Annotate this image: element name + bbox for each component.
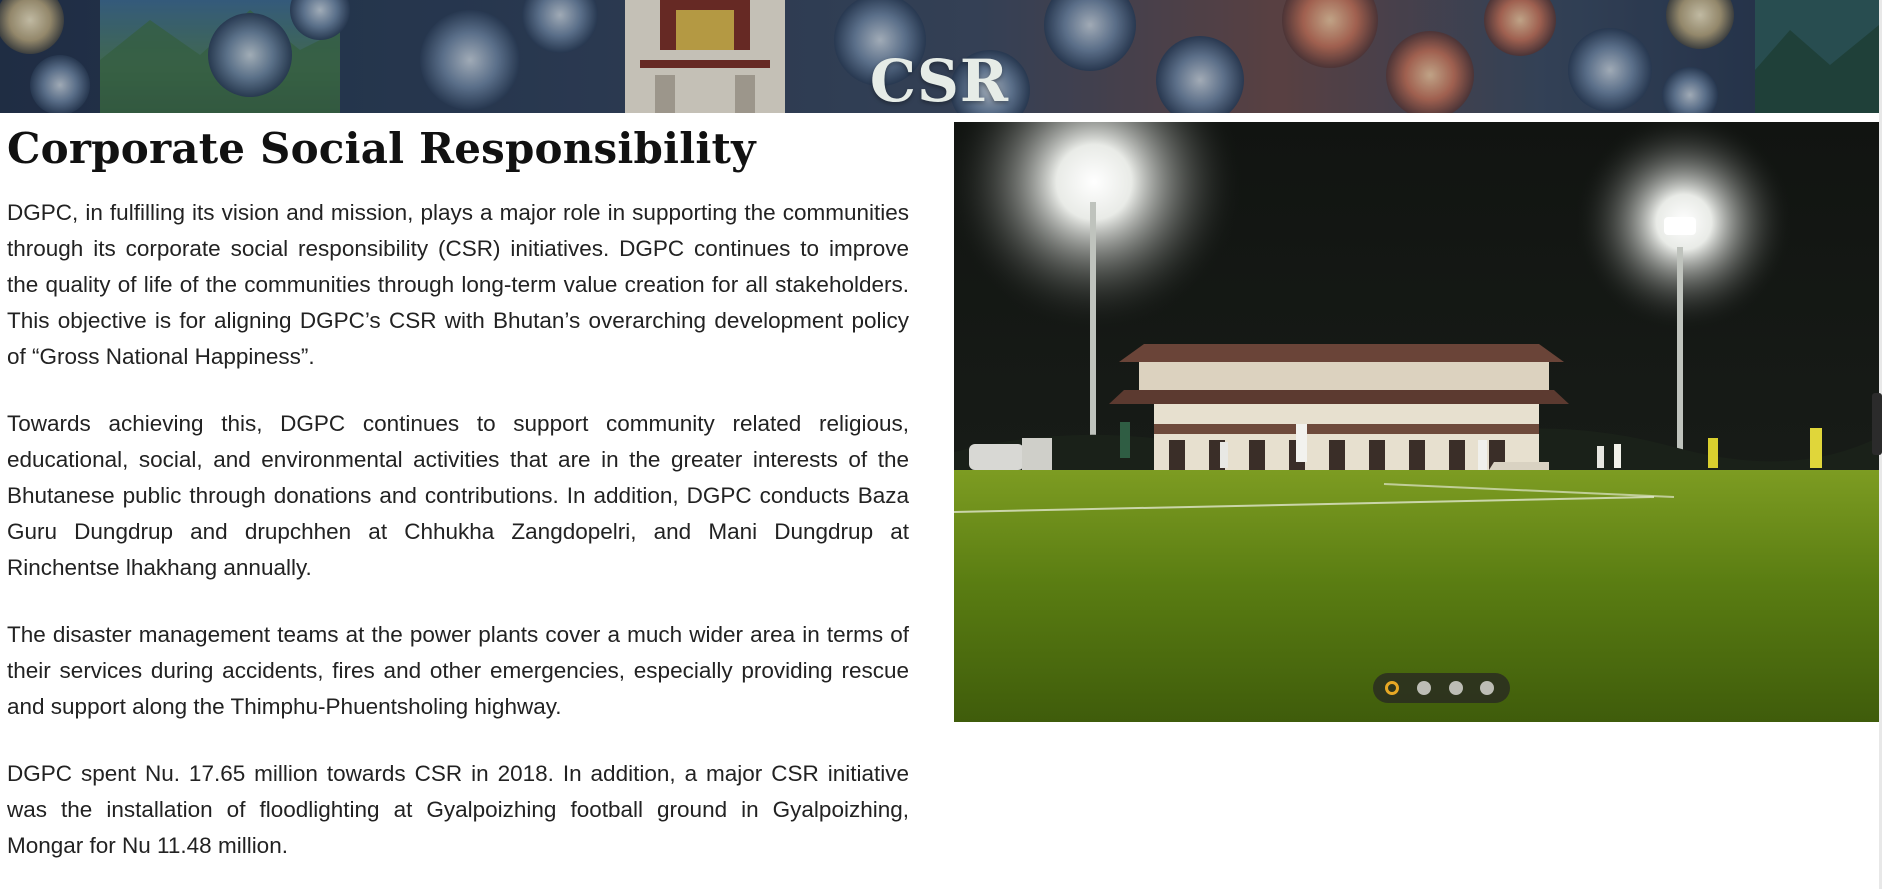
slide-dot-1[interactable] [1385,681,1399,695]
slide-dot-3[interactable] [1449,681,1463,695]
page-banner: CSR [0,0,1879,113]
football-ground-photo [954,122,1879,722]
slideshow-pagination [1373,673,1510,703]
page-heading: Corporate Social Responsibility [7,124,756,173]
main-content: Corporate Social Responsibility DGPC, in… [7,118,909,864]
paragraph-vision: DGPC, in fulfilling its vision and missi… [7,200,909,369]
banner-title: CSR [869,47,1010,113]
paragraph-csr-spending: DGPC spent Nu. 17.65 million towards CSR… [7,761,909,858]
slide-dot-4[interactable] [1480,681,1494,695]
slide-dot-2[interactable] [1417,681,1431,695]
page: CSR Corporate Social Responsibility DGPC… [0,0,1882,889]
paragraph-disaster-management: The disaster management teams at the pow… [7,622,909,719]
image-slideshow[interactable] [954,122,1879,722]
paragraph-community-support: Towards achieving this, DGPC continues t… [7,411,909,580]
page-scrollbar-thumb[interactable] [1872,393,1882,455]
